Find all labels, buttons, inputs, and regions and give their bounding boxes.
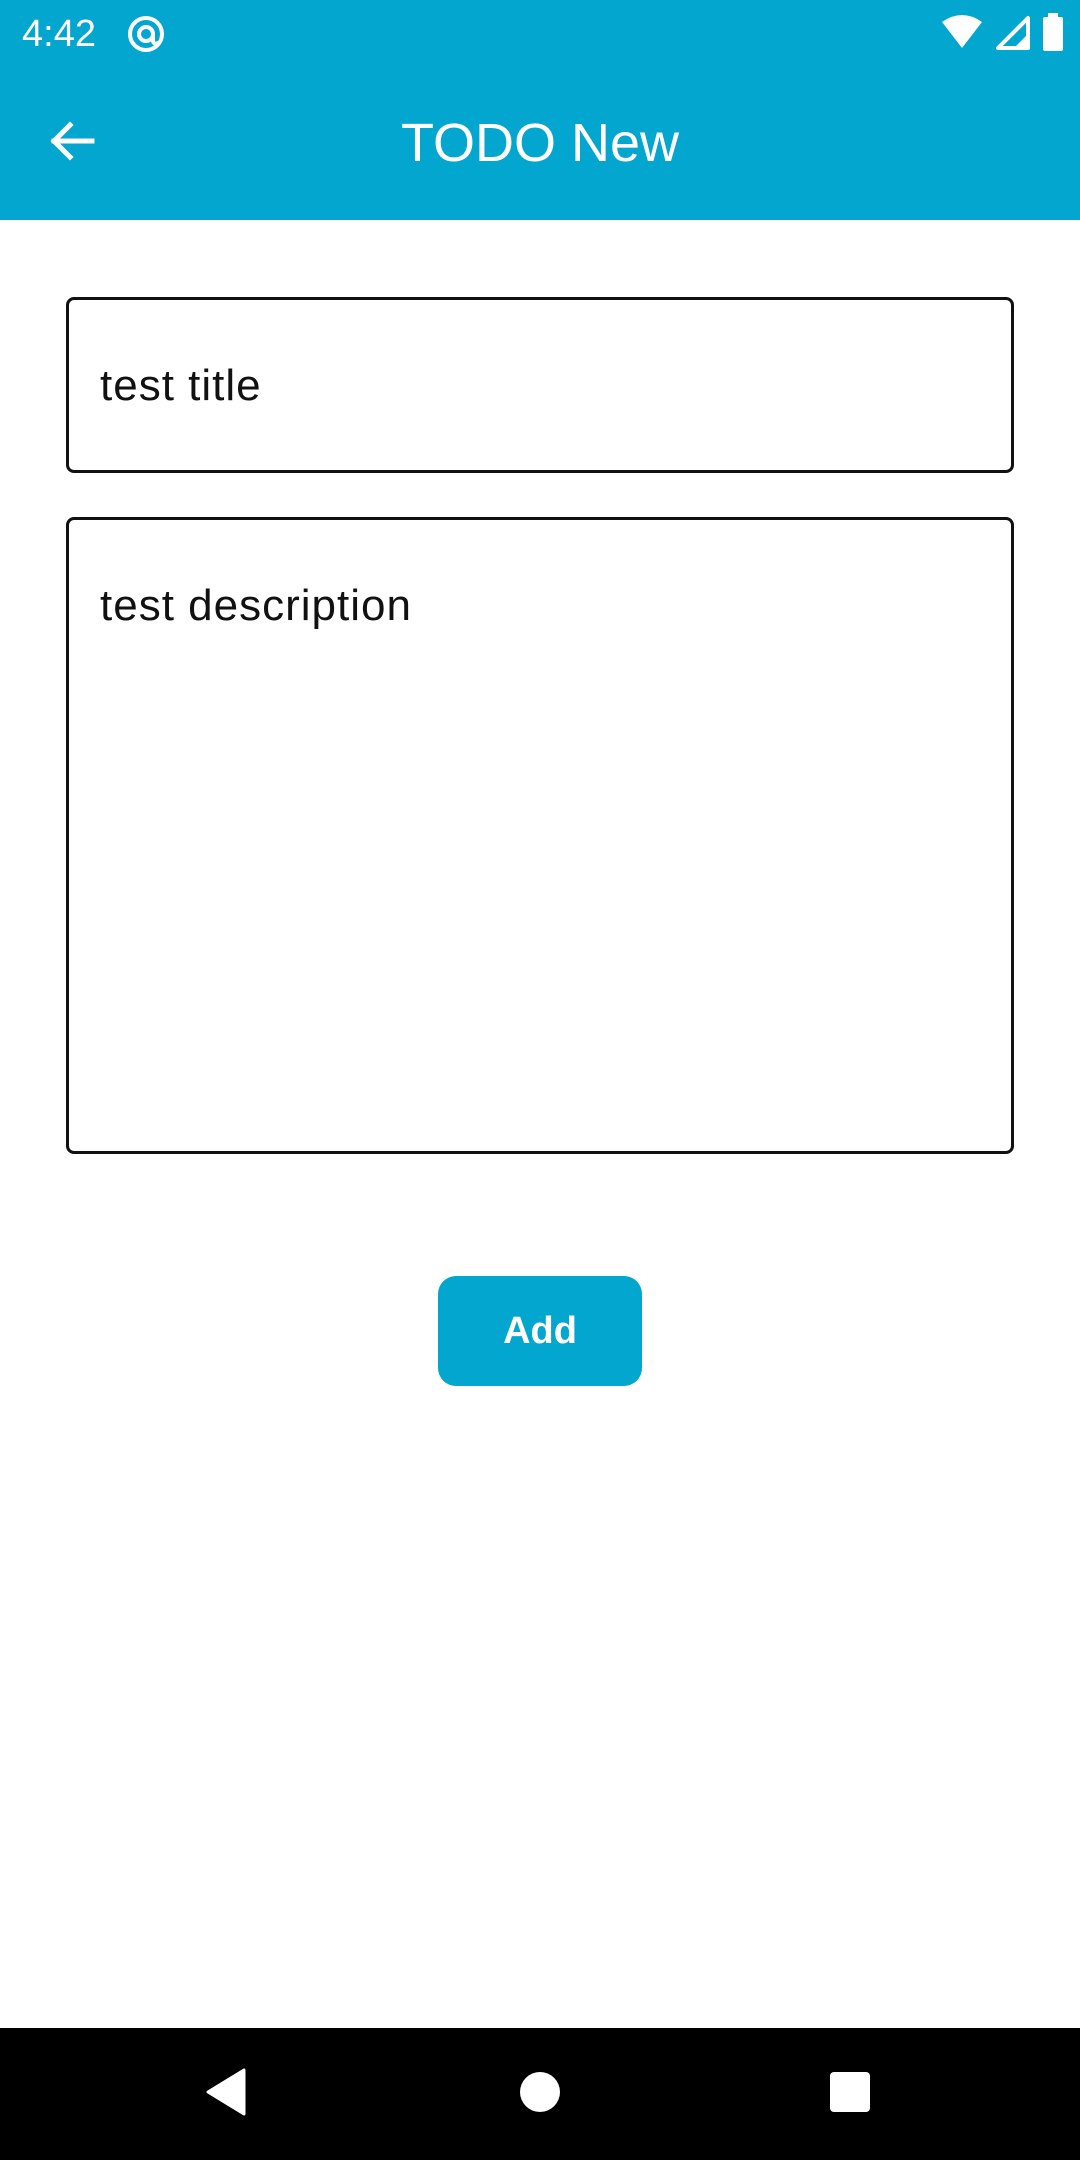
home-circle-icon [518, 2070, 562, 2119]
page-title: TODO New [400, 113, 680, 173]
system-nav-bar [0, 2028, 1080, 2160]
app-header: 4:42 TODO New [0, 0, 1080, 220]
nav-recents-button[interactable] [804, 2048, 896, 2140]
nav-back-button[interactable] [180, 2048, 272, 2140]
nav-home-button[interactable] [494, 2048, 586, 2140]
recents-square-icon [828, 2070, 872, 2119]
title-input-value: test title [100, 361, 262, 410]
battery-icon [1042, 12, 1064, 56]
title-input[interactable]: test title [66, 297, 1014, 473]
status-indicators [940, 12, 1064, 56]
add-button[interactable]: Add [438, 1276, 642, 1386]
at-sync-icon [126, 14, 166, 54]
todo-new-screen: 4:42 TODO New test title test descriptio… [0, 0, 1080, 2160]
description-input[interactable]: test description [66, 517, 1014, 1154]
cellular-signal-icon [994, 14, 1032, 55]
wifi-icon [940, 14, 984, 55]
status-time: 4:42 [22, 13, 96, 55]
status-bar: 4:42 [0, 0, 1080, 66]
back-triangle-icon [204, 2068, 248, 2121]
description-input-value: test description [100, 581, 412, 630]
toolbar: TODO New [0, 66, 1080, 220]
